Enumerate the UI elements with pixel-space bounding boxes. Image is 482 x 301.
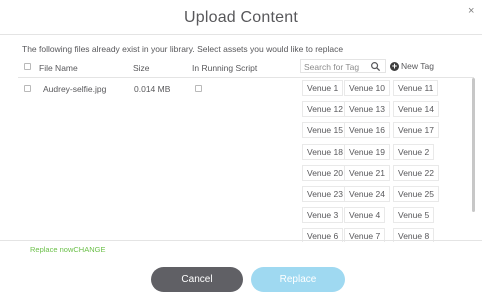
title-divider (0, 34, 482, 35)
tag-chip[interactable]: Venue 3 (302, 207, 344, 224)
search-icon[interactable] (370, 61, 381, 72)
tag-list: Venue 1 Venue 10 Venue 11 Venue 12 Venue 13 V… (300, 78, 470, 242)
replace-button[interactable]: Replace (251, 267, 345, 292)
tag-chip[interactable]: Venue 1 (302, 80, 344, 96)
tag-chip[interactable]: Venue 12 (302, 101, 348, 118)
tag-list-scrollbar[interactable] (472, 78, 475, 212)
row-size: 0.014 MB (134, 84, 171, 94)
replace-now-label: Replace now (30, 245, 74, 254)
dialog-title: Upload Content (184, 9, 298, 26)
header-file-name: File Name (39, 63, 78, 73)
tag-chip[interactable]: Venue 11 (393, 80, 439, 96)
tag-chip[interactable]: Venue 24 (344, 186, 390, 202)
tag-chip[interactable]: Venue 2 (393, 143, 435, 160)
select-all-checkbox[interactable] (24, 63, 31, 70)
header-in-running-script: In Running Script (192, 63, 258, 73)
tag-chip[interactable]: Venue 10 (344, 80, 390, 96)
tag-chip[interactable]: Venue 14 (393, 101, 439, 118)
tag-chip[interactable]: Venue 4 (344, 207, 386, 224)
row-file-name: Audrey-selfie.jpg (43, 84, 107, 94)
upload-content-dialog: Upload Content × The following files alr… (0, 0, 482, 301)
tag-chip[interactable]: Venue 25 (393, 186, 439, 202)
tag-chip[interactable]: Venue 20 (302, 164, 348, 181)
cancel-button[interactable]: Cancel (151, 267, 243, 292)
tag-chip[interactable]: Venue 13 (344, 101, 390, 118)
replace-now-status: Replace nowCHANGE (30, 245, 105, 254)
new-tag-button[interactable]: + New Tag (390, 59, 434, 73)
tag-chip[interactable]: Venue 15 (302, 122, 348, 139)
plus-icon: + (390, 60, 399, 71)
footer-divider (0, 240, 482, 241)
new-tag-label: New Tag (401, 61, 434, 71)
header-size: Size (133, 63, 150, 73)
close-icon[interactable]: × (468, 6, 478, 17)
tag-chip[interactable]: Venue 23 (302, 186, 348, 202)
in-running-script-checkbox[interactable] (195, 85, 202, 92)
tag-chip[interactable]: Venue 5 (393, 207, 435, 224)
row-checkbox[interactable] (24, 85, 31, 92)
existing-files-notice: The following files already exist in you… (22, 44, 344, 54)
tag-chip[interactable]: Venue 16 (344, 122, 390, 139)
tag-chip[interactable]: Venue 19 (344, 143, 390, 160)
tag-chip[interactable]: Venue 22 (393, 164, 439, 181)
tag-chip[interactable]: Venue 17 (393, 122, 439, 139)
tag-chip[interactable]: Venue 21 (344, 164, 390, 181)
tag-chip[interactable]: Venue 18 (302, 143, 348, 160)
change-link[interactable]: CHANGE (73, 245, 105, 254)
